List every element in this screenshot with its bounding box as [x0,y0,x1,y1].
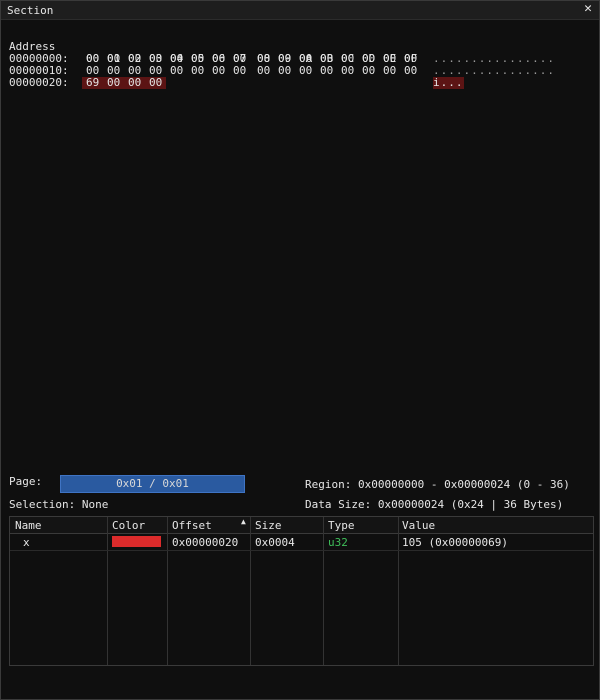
page-slider[interactable]: 0x01 / 0x01 [60,475,245,493]
hex-byte[interactable]: 00 [170,65,186,77]
hex-byte[interactable]: 00 [320,65,336,77]
hex-byte[interactable]: 00 [128,77,144,89]
hex-byte[interactable]: 00 [233,65,249,77]
hex-address: 00000020: [9,76,69,89]
hex-byte[interactable]: 00 [341,65,357,77]
hex-byte[interactable]: 00 [278,65,294,77]
hex-header-row: Address 00 01 02 03 04 05 06 07 08 09 0A 0B 0C 0D 0E 0F [9,29,417,65]
row-value: 105 (0x00000069) [402,536,508,549]
close-icon[interactable]: ✕ [581,2,595,16]
table-row[interactable]: x 0x00000020 0x0004 u32 105 (0x00000069) [10,534,593,551]
hex-byte[interactable]: 69 [86,77,102,89]
column-header-value[interactable]: Value [402,519,435,532]
row-size: 0x0004 [255,536,295,549]
column-header-color[interactable]: Color [112,519,145,532]
pattern-table: Name Color Offset ▲ Size Type Value x 0x… [9,516,594,666]
data-size-info: Data Size: 0x00000024 (0x24 | 36 Bytes) [305,498,564,511]
row-type: u32 [328,536,348,549]
hex-row[interactable]: 00000020: 69 00 00 00 i... [9,77,569,89]
hex-byte[interactable]: 00 [149,77,165,89]
section-window: Section ✕ Address 00 01 02 03 04 05 06 07 08 09 0A… [0,0,600,700]
title-bar[interactable]: Section ✕ [1,1,599,20]
hex-byte[interactable]: 00 [191,65,207,77]
window-title: Section [7,4,54,17]
column-header-name[interactable]: Name [15,519,42,532]
hex-byte[interactable]: 00 [107,77,123,89]
selection-info: Selection: None [9,498,109,511]
row-offset: 0x00000020 [172,536,239,549]
hex-byte[interactable]: 00 [212,65,228,77]
column-header-type[interactable]: Type [328,519,355,532]
hex-byte[interactable]: 00 [299,65,315,77]
page-label: Page: [9,475,43,488]
row-name: x [23,536,30,549]
hex-byte[interactable]: 00 [362,65,378,77]
hex-byte[interactable]: 00 [383,65,399,77]
column-header-offset[interactable]: Offset [172,519,212,532]
hex-byte[interactable]: 00 [257,65,273,77]
row-color-swatch[interactable] [112,536,161,547]
table-header: Name Color Offset ▲ Size Type Value [10,517,593,534]
ascii-column[interactable]: i... [433,77,464,89]
region-info: Region: 0x00000000 - 0x00000024 (0 - 36) [305,478,570,491]
column-header-size[interactable]: Size [255,519,282,532]
sort-ascending-icon[interactable]: ▲ [241,517,246,526]
hex-byte[interactable]: 00 [404,65,420,77]
